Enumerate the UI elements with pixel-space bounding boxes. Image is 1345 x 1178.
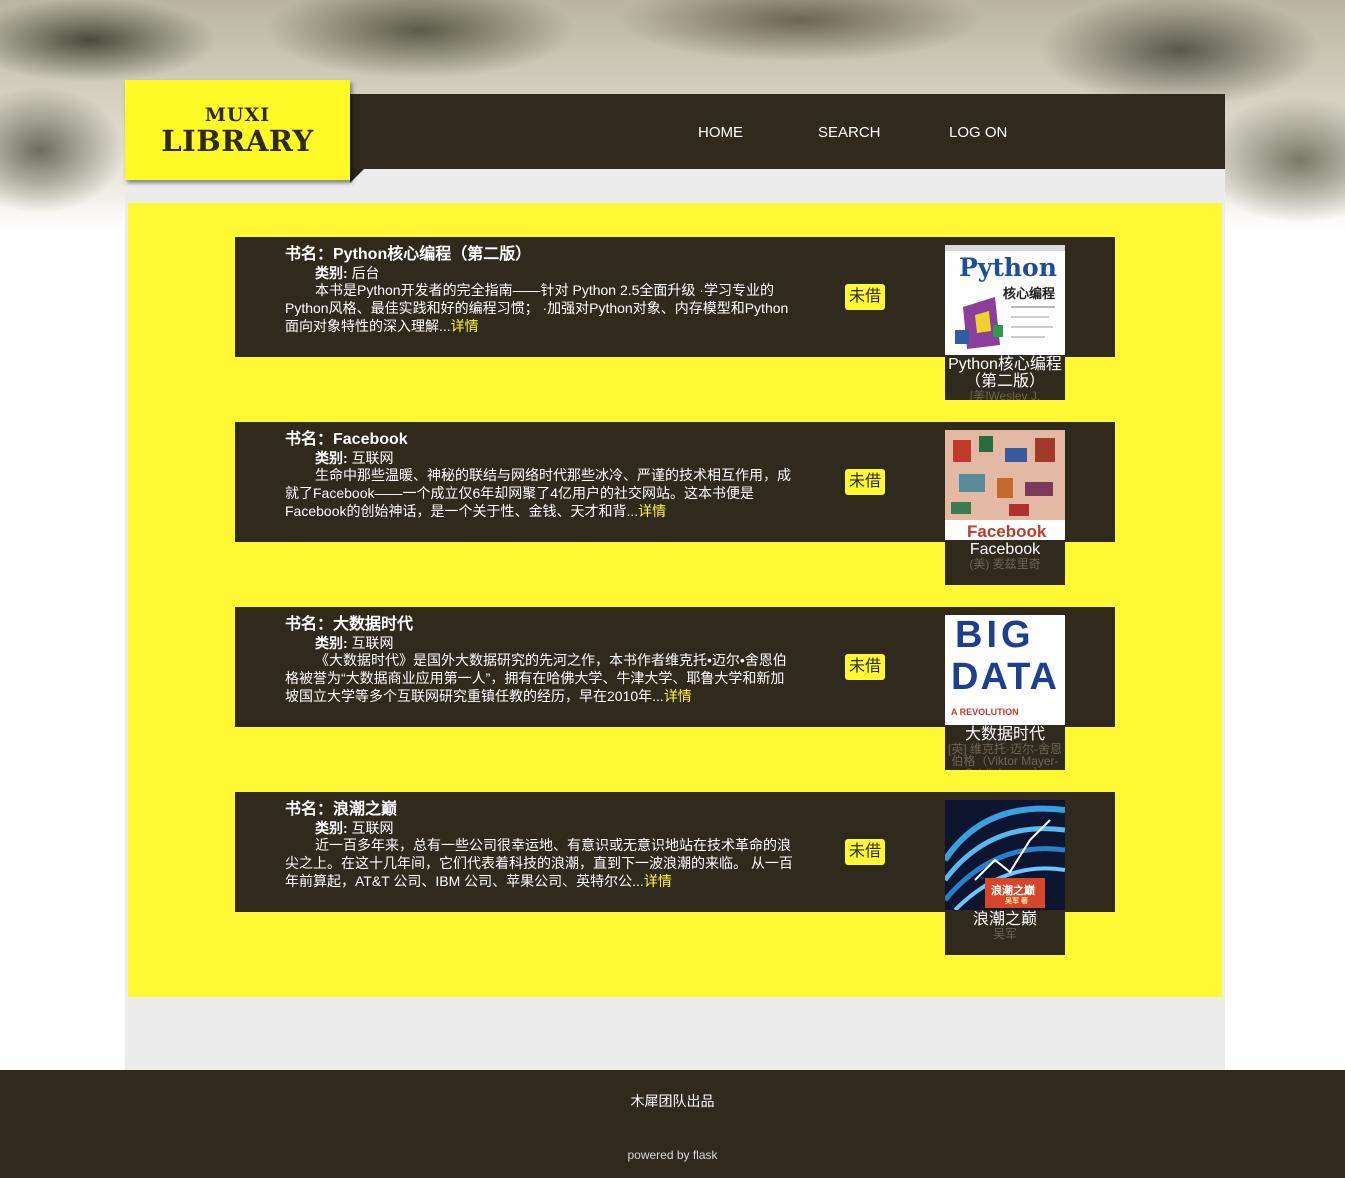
cover-illustration <box>955 297 1055 349</box>
card-author: (美) 麦兹里奇 <box>969 557 1041 571</box>
book-cover[interactable]: 浪潮之巅 吴军 著 <box>945 800 1065 910</box>
details-link[interactable]: 详情 <box>451 318 479 334</box>
flask-link[interactable]: flask <box>693 1148 718 1162</box>
logo-bottom-text: LIBRARY <box>161 124 314 158</box>
logo[interactable]: MUXI LIBRARY <box>125 80 350 180</box>
cover-title-text: BIG <box>955 615 1035 656</box>
nav-home-link[interactable]: HOME <box>698 124 743 141</box>
book-summary: 本书是Python开发者的完全指南——针对 Python 2.5全面升级 ·学习… <box>285 281 797 335</box>
book-card[interactable]: Python 核心编程 Python核心编程（第二版） [美]Wesley J. <box>945 245 1065 400</box>
category-label: 类别: <box>315 820 348 836</box>
card-author: [英] 维克托·迈尔-舍恩伯格（Viktor Mayer-Schönberger… <box>948 742 1062 770</box>
category-value: 后台 <box>351 265 380 281</box>
book-row: 书名：大数据时代 类别: 互联网 《大数据时代》是国外大数据研究的先河之作，本书… <box>235 607 1115 770</box>
category-value: 互联网 <box>351 450 394 466</box>
book-row: 书名：Facebook 类别: 互联网 生命中那些温暖、神秘的联结与网络时代那些… <box>235 422 1115 585</box>
category-label: 类别: <box>315 635 348 651</box>
nav-search-link[interactable]: SEARCH <box>818 124 881 141</box>
book-list: 书名：Python核心编程（第二版） 类别: 后台 本书是Python开发者的完… <box>128 203 1222 997</box>
status-badge: 未借 <box>845 469 885 495</box>
category-value: 互联网 <box>351 635 394 651</box>
powered-by-text: powered by <box>627 1148 693 1162</box>
book-title: 书名：浪潮之巅 <box>285 801 398 818</box>
cover-title-text: Facebook <box>967 522 1047 540</box>
category-label: 类别: <box>315 265 348 281</box>
book-card[interactable]: 浪潮之巅 吴军 著 浪潮之巅 吴军 <box>945 800 1065 955</box>
book-title: 书名：大数据时代 <box>285 616 414 633</box>
book-summary: 近一百多年来，总有一些公司很幸运地、有意识或无意识地站在技术革命的浪尖之上。在这… <box>285 836 797 890</box>
summary-text: 生命中那些温暖、神秘的联结与网络时代那些冰冷、严谨的技术相互作用，成就了Face… <box>285 467 791 519</box>
status-badge: 未借 <box>845 654 885 680</box>
book-row: 书名：浪潮之巅 类别: 互联网 近一百多年来，总有一些公司很幸运地、有意识或无意… <box>235 792 1115 955</box>
book-row: 书名：Python核心编程（第二版） 类别: 后台 本书是Python开发者的完… <box>235 237 1115 400</box>
card-title: Facebook <box>969 541 1041 558</box>
book-card[interactable]: BIG DATA A REVOLUTION 大数据时代 [英] 维克托·迈尔-舍… <box>945 615 1065 770</box>
details-link[interactable]: 详情 <box>644 873 672 889</box>
cover-tagline-text: A REVOLUTION <box>951 707 1019 717</box>
card-author: 吴军 <box>992 927 1017 941</box>
nav-logon-link[interactable]: LOG ON <box>949 124 1007 141</box>
details-link[interactable]: 详情 <box>664 688 692 704</box>
summary-text: 本书是Python开发者的完全指南——针对 Python 2.5全面升级 ·学习… <box>285 282 789 334</box>
cover-subtitle-text: 吴军 著 <box>1005 898 1028 905</box>
book-category: 类别: 后台 <box>285 265 797 281</box>
footer: 木犀团队出品 powered by flask <box>0 1070 1345 1178</box>
logo-fold <box>350 169 364 183</box>
card-title: 浪潮之巅 <box>972 911 1037 928</box>
status-badge: 未借 <box>845 839 885 865</box>
book-info: 书名：浪潮之巅 类别: 互联网 近一百多年来，总有一些公司很幸运地、有意识或无意… <box>285 800 797 890</box>
category-value: 互联网 <box>351 820 394 836</box>
book-cover[interactable]: BIG DATA A REVOLUTION <box>945 615 1065 725</box>
book-title: 书名：Python核心编程（第二版） <box>285 246 532 263</box>
book-card[interactable]: Facebook Facebook (美) 麦兹里奇 <box>945 430 1065 585</box>
card-author: [美]Wesley J. <box>969 389 1041 400</box>
book-cover[interactable]: Facebook <box>945 430 1065 540</box>
status-badge: 未借 <box>845 284 885 310</box>
book-info: 书名：Facebook 类别: 互联网 生命中那些温暖、神秘的联结与网络时代那些… <box>285 430 797 520</box>
footer-credit: 木犀团队出品 <box>630 1093 715 1109</box>
book-summary: 《大数据时代》是国外大数据研究的先河之作，本书作者维克托•迈尔•舍恩伯格被誉为“… <box>285 651 797 705</box>
summary-text: 近一百多年来，总有一些公司很幸运地、有意识或无意识地站在技术革命的浪尖之上。在这… <box>285 837 793 889</box>
card-title: 大数据时代 <box>964 726 1045 743</box>
book-cover[interactable]: Python 核心编程 <box>945 245 1065 355</box>
book-summary: 生命中那些温暖、神秘的联结与网络时代那些冰冷、严谨的技术相互作用，成就了Face… <box>285 466 797 520</box>
category-label: 类别: <box>315 450 348 466</box>
book-title: 书名：Facebook <box>285 431 408 448</box>
card-title: Python核心编程（第二版） <box>948 356 1062 390</box>
details-link[interactable]: 详情 <box>638 503 666 519</box>
book-category: 类别: 互联网 <box>285 820 797 836</box>
book-info: 书名：大数据时代 类别: 互联网 《大数据时代》是国外大数据研究的先河之作，本书… <box>285 615 797 705</box>
cover-subtitle-text: DATA <box>951 656 1059 698</box>
book-category: 类别: 互联网 <box>285 635 797 651</box>
summary-text: 《大数据时代》是国外大数据研究的先河之作，本书作者维克托•迈尔•舍恩伯格被誉为“… <box>285 652 787 704</box>
logo-top-text: MUXI <box>204 104 271 126</box>
book-category: 类别: 互联网 <box>285 450 797 466</box>
book-info: 书名：Python核心编程（第二版） 类别: 后台 本书是Python开发者的完… <box>285 245 797 335</box>
footer-powered-by: powered by flask <box>0 1148 1345 1162</box>
